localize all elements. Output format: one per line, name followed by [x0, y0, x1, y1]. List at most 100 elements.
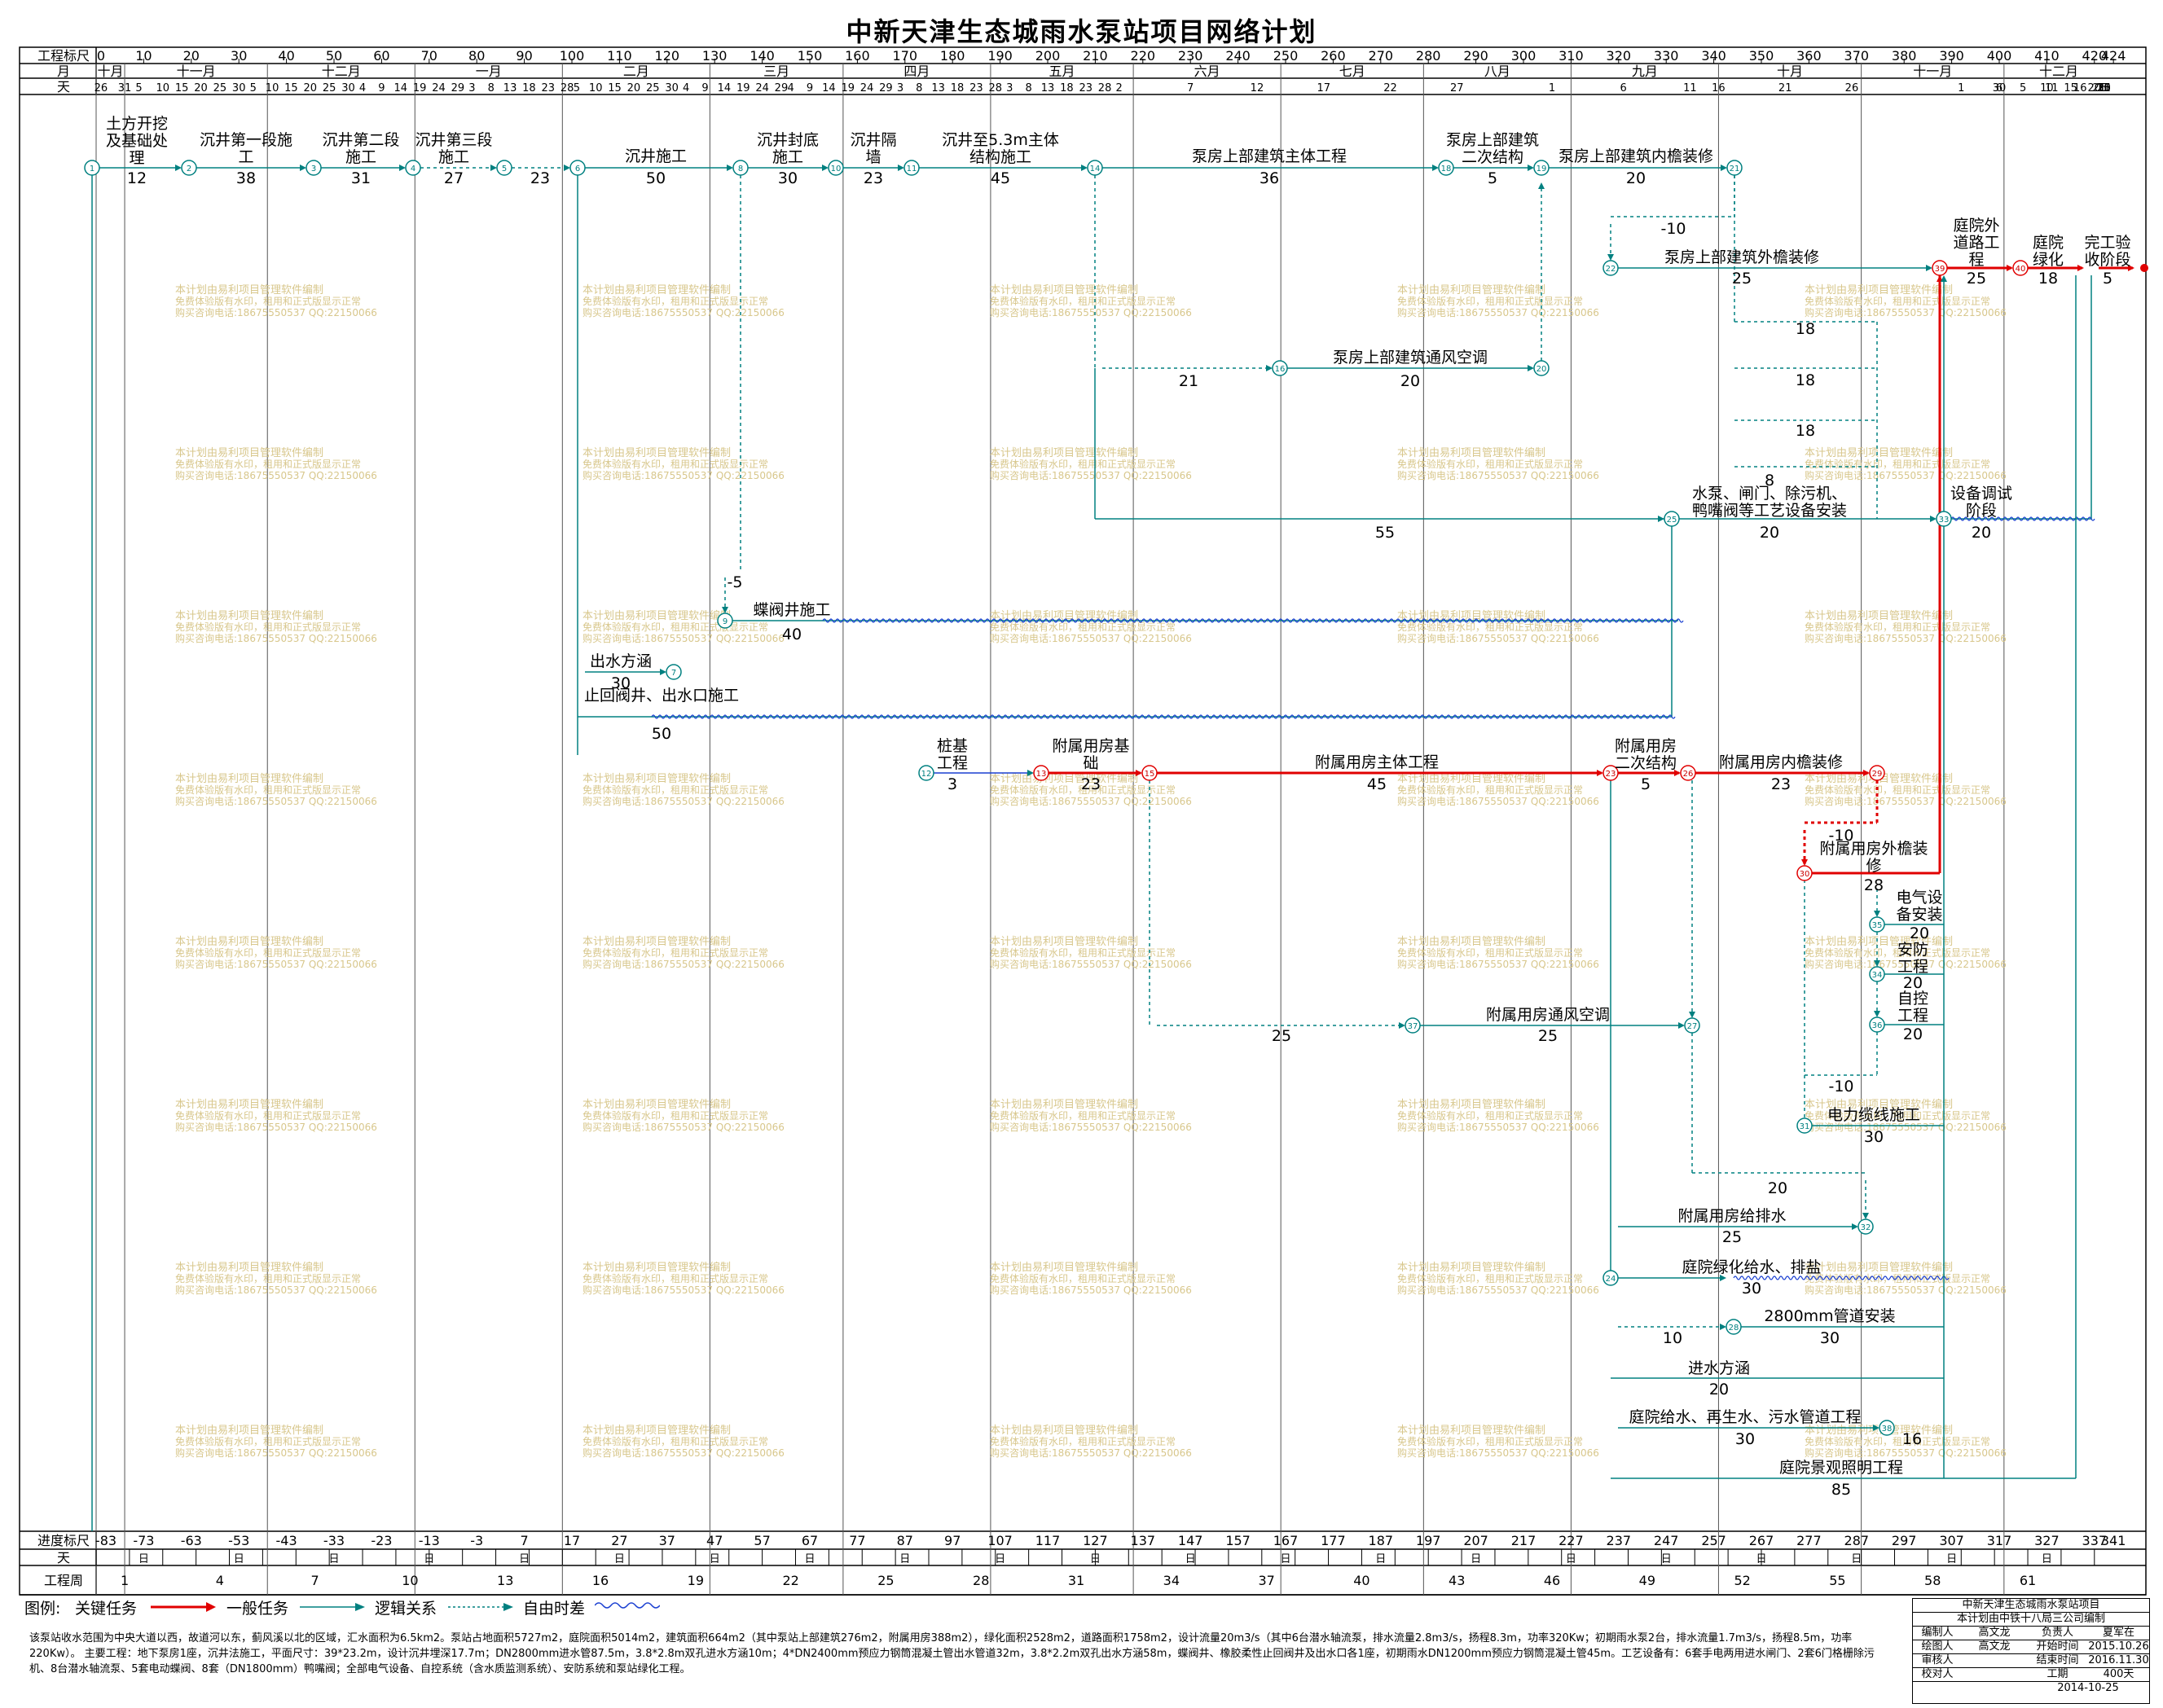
- watermark-line2: 免费体验版有水印，租用和正式版显示正常: [990, 458, 1176, 470]
- top-time-scale: 工程标尺月天0 10 20 30 40 50 60 70 80 90 100 110 120 130 140…: [37, 48, 2126, 94]
- top-month-label: 四月: [903, 64, 930, 79]
- task-caisson-base-duration: 30: [778, 169, 798, 187]
- task-partition-name: 墙: [865, 148, 881, 166]
- watermark-line3: 购买咨询电话:18675550537 QQ:22150066: [583, 306, 785, 318]
- watermark-line1: 本计划由易利项目管理软件编制: [1805, 1425, 1953, 1437]
- watermark-line1: 本计划由易利项目管理软件编制: [1397, 447, 1545, 459]
- float-label: 18: [1796, 320, 1815, 338]
- bottom-tick-label: -13: [419, 1533, 440, 1548]
- top-day-label: 19: [736, 82, 750, 94]
- top-month-label: 一月: [476, 64, 502, 79]
- watermark-line1: 本计划由易利项目管理软件编制: [1397, 1425, 1545, 1437]
- top-day-label: 26: [95, 82, 108, 94]
- top-day-label: 28: [1098, 82, 1112, 94]
- bottom-tick-label: 177: [1321, 1533, 1346, 1548]
- tb-lead: 夏军在: [2102, 1627, 2134, 1639]
- task-commissioning-duration: 20: [1972, 524, 1991, 542]
- task-electrical-duration: 20: [1910, 924, 1929, 942]
- bottom-day-cell: 日: [328, 1553, 339, 1565]
- bottom-tick-label: 207: [1463, 1533, 1488, 1548]
- legend-logic-arrow: [448, 1603, 513, 1611]
- tb-editor-label: 编制人: [1921, 1627, 1954, 1639]
- bottom-tick-label: 107: [987, 1533, 1013, 1548]
- bottom-tick-label: 97: [944, 1533, 961, 1548]
- top-day-label: 19: [413, 82, 427, 94]
- arrow-head: [1720, 1324, 1726, 1330]
- float-label: -5: [728, 573, 743, 591]
- week-label: 13: [497, 1573, 513, 1588]
- scale-label-week: 工程周: [44, 1573, 83, 1588]
- top-day-label: 25: [323, 82, 336, 94]
- top-day-label: 14: [822, 82, 836, 94]
- top-day-label: 20: [2088, 82, 2102, 94]
- top-day-label: 10: [2040, 82, 2054, 94]
- node-number: 2: [187, 165, 191, 173]
- task-5-duration: 23: [530, 169, 550, 187]
- watermark-line3: 购买咨询电话:18675550537 QQ:22150066: [175, 306, 377, 318]
- watermark-line1: 本计划由易利项目管理软件编制: [175, 936, 323, 948]
- bottom-day-cell: 日: [804, 1553, 815, 1565]
- task-check-valve-duration: 50: [652, 725, 671, 743]
- tb-drawer-label: 绘图人: [1921, 1640, 1954, 1653]
- arrow-head: [1862, 1213, 1869, 1219]
- bottom-tick-label: 57: [754, 1533, 770, 1548]
- watermark-line3: 购买咨询电话:18675550537 QQ:22150066: [990, 632, 1192, 644]
- task-caisson-2-name: 沉井第二段: [322, 131, 399, 149]
- bottom-day-cell: 日: [138, 1553, 149, 1565]
- watermark-line2: 免费体验版有水印，租用和正式版显示正常: [990, 1272, 1176, 1284]
- bottom-day-cell: 日: [899, 1553, 910, 1565]
- node-number: 38: [1882, 1425, 1893, 1434]
- node-number: 40: [2016, 265, 2026, 274]
- watermark-line1: 本计划由易利项目管理软件编制: [583, 773, 731, 785]
- watermark-line2: 免费体验版有水印，租用和正式版显示正常: [990, 1109, 1176, 1122]
- watermark-line3: 购买咨询电话:18675550537 QQ:22150066: [990, 1284, 1192, 1296]
- watermark-line3: 购买咨询电话:18675550537 QQ:22150066: [583, 1447, 785, 1459]
- task-caisson-1-duration: 38: [236, 169, 256, 187]
- week-label: 28: [973, 1573, 989, 1588]
- week-label: 46: [1544, 1573, 1560, 1588]
- bottom-tick-label: -63: [181, 1533, 202, 1548]
- watermark-line3: 购买咨询电话:18675550537 QQ:22150066: [1805, 469, 2007, 481]
- arrow-head: [1874, 1011, 1880, 1017]
- task-greening-name: 庭院: [2033, 234, 2064, 252]
- task-piles-name: 桩基: [937, 737, 968, 755]
- arrow-head: [1689, 1012, 1695, 1018]
- watermark-line1: 本计划由易利项目管理软件编制: [175, 773, 323, 785]
- bottom-tick-label: 247: [1654, 1533, 1679, 1548]
- watermark-line1: 本计划由易利项目管理软件编制: [583, 610, 731, 622]
- task-yard-pipes-lag: 16: [1902, 1430, 1922, 1448]
- top-day-label: 31: [118, 82, 132, 94]
- watermark-line2: 免费体验版有水印，租用和正式版显示正常: [175, 1435, 361, 1447]
- top-day-label: 15: [2064, 82, 2077, 94]
- top-day-label: 22: [1383, 82, 1397, 94]
- tb-reviewer-label: 审核人: [1921, 1654, 1954, 1666]
- task-caisson-3-duration: 27: [444, 169, 464, 187]
- watermark-line3: 购买咨询电话:18675550537 QQ:22150066: [583, 469, 785, 481]
- arrow-head: [2077, 265, 2084, 271]
- bottom-tick-label: 257: [1701, 1533, 1726, 1548]
- task-annex-plumbing-duration: 25: [1722, 1228, 1742, 1246]
- watermark-line1: 本计划由易利项目管理软件编制: [175, 1262, 323, 1274]
- task-caisson-3-name: 施工: [438, 148, 469, 166]
- bottom-tick-label: 327: [2034, 1533, 2060, 1548]
- bottom-day-cell: 日: [1471, 1553, 1481, 1565]
- bottom-day-cell: 日: [2042, 1553, 2052, 1565]
- bottom-tick-label: 217: [1511, 1533, 1537, 1548]
- bottom-tick-label: 187: [1369, 1533, 1394, 1548]
- watermark-line3: 购买咨询电话:18675550537 QQ:22150066: [1805, 1447, 2007, 1459]
- tb-end-label: 结束时间: [2036, 1654, 2079, 1666]
- node-number: 5: [502, 165, 507, 173]
- bottom-tick-label: 127: [1083, 1533, 1108, 1548]
- task-electrical-name: 备安装: [1896, 906, 1942, 924]
- top-day-label: 23: [969, 82, 983, 94]
- watermark-line1: 本计划由易利项目管理软件编制: [990, 773, 1138, 785]
- arrow-head: [1658, 516, 1664, 522]
- watermark-line1: 本计划由易利项目管理软件编制: [1805, 936, 1953, 948]
- arrow-head: [1538, 182, 1545, 189]
- bottom-day-cell: 日: [234, 1553, 244, 1565]
- watermark-line2: 免费体验版有水印，租用和正式版显示正常: [990, 946, 1176, 959]
- task-annex-secondary-duration: 5: [1641, 775, 1651, 793]
- node-number: 10: [831, 165, 842, 173]
- arrow-head: [1081, 165, 1088, 171]
- week-label: 37: [1258, 1573, 1274, 1588]
